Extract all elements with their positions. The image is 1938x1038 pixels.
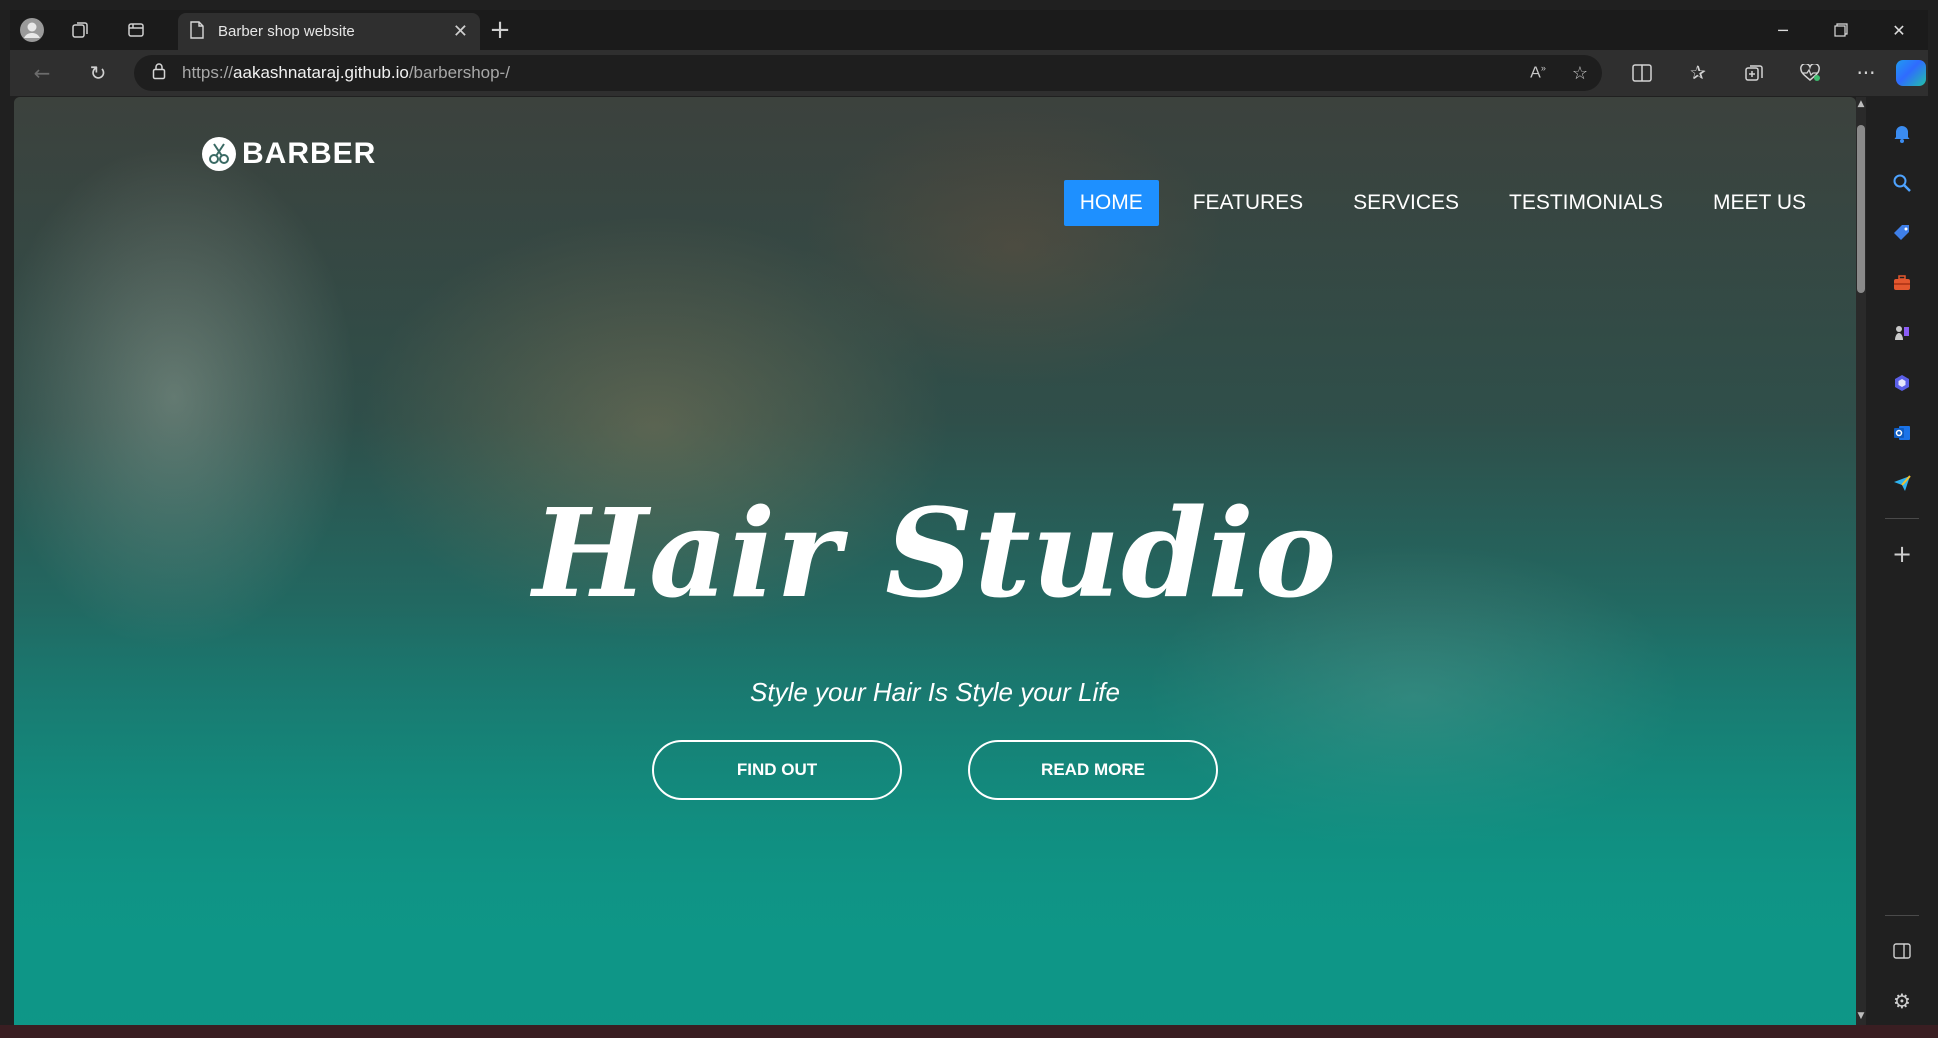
scroll-down-icon[interactable]: ▼ [1856,1011,1866,1023]
shopping-tag-icon[interactable] [1882,213,1922,253]
outlook-icon[interactable] [1882,413,1922,453]
lock-icon[interactable] [152,62,166,84]
hero-subtitle: Style your Hair Is Style your Life [750,677,1120,707]
address-bar[interactable]: https://aakashnataraj.github.io/barbersh… [134,55,1602,91]
minimize-icon[interactable]: ─ [1754,10,1812,50]
sidebar-toggle-icon[interactable] [1882,931,1922,971]
title-bar: Barber shop website ✕ + ─ ✕ [10,10,1928,50]
nav-home[interactable]: HOME [1063,180,1159,226]
add-icon[interactable]: + [1882,534,1922,574]
page-viewport: BARBER HOME FEATURES SERVICES TESTIMONIA… [14,97,1856,1025]
back-icon[interactable]: ← [14,50,70,96]
copilot-icon[interactable] [1896,60,1926,86]
window-controls: ─ ✕ [1754,10,1928,50]
page-icon [190,20,204,43]
close-icon[interactable]: ✕ [453,21,468,42]
url-path: /barbershop-/ [408,63,510,82]
nav-testimonials[interactable]: TESTIMONIALS [1493,180,1679,226]
send-icon[interactable] [1882,463,1922,503]
microsoft365-icon[interactable] [1882,363,1922,403]
more-icon[interactable]: ··· [1838,50,1894,96]
restore-icon[interactable] [1812,10,1870,50]
taskbar-strip [0,1025,1938,1038]
notification-bell-icon[interactable] [1882,113,1922,153]
scissors-logo-icon [200,135,238,173]
search-icon[interactable] [1882,163,1922,203]
games-icon[interactable] [1882,313,1922,353]
window-close-icon[interactable]: ✕ [1870,10,1928,50]
tab-actions-icon[interactable] [116,10,156,50]
nav-services[interactable]: SERVICES [1337,180,1475,226]
hero-title: Hair Studio [532,481,1338,625]
profile-icon[interactable] [12,10,52,50]
sidebar-separator [1885,518,1919,519]
browser-window: Barber shop website ✕ + ─ ✕ ← ↻ https://… [0,0,1938,1038]
scroll-up-icon[interactable]: ▲ [1856,99,1866,111]
active-tab[interactable]: Barber shop website ✕ [178,13,480,50]
nav-meet-us[interactable]: MEET US [1697,180,1822,226]
nav-features[interactable]: FEATURES [1177,180,1319,226]
edge-sidebar: + ⚙ [1866,96,1938,1038]
find-out-button[interactable]: FIND OUT [652,740,902,800]
tools-briefcase-icon[interactable] [1882,263,1922,303]
read-more-button[interactable]: READ MORE [968,740,1218,800]
favorites-icon[interactable]: ✰ [1670,50,1726,96]
logo-text: BARBER [242,137,377,170]
read-aloud-icon[interactable]: A» [1530,63,1546,82]
url-scheme: https:// [182,63,234,82]
scrollbar-thumb[interactable] [1857,125,1865,293]
tab-title: Barber shop website [218,23,355,40]
workspaces-icon[interactable] [60,10,100,50]
settings-gear-icon[interactable]: ⚙ [1882,981,1922,1021]
collections-icon[interactable] [1726,50,1782,96]
browser-essentials-icon[interactable] [1782,50,1838,96]
split-screen-icon[interactable] [1614,50,1670,96]
toolbar: ← ↻ https://aakashnataraj.github.io/barb… [10,50,1928,96]
new-tab-icon[interactable]: + [480,10,520,50]
page-scrollbar[interactable]: ▲ ▼ [1856,97,1866,1025]
main-navigation: HOME FEATURES SERVICES TESTIMONIALS MEET… [1046,180,1822,226]
url-host: aakashnataraj.github.io [233,63,409,82]
favorite-star-icon[interactable]: ☆ [1572,63,1588,84]
refresh-icon[interactable]: ↻ [70,50,126,96]
site-logo[interactable]: BARBER [200,135,376,173]
sidebar-separator-bottom [1885,915,1919,916]
